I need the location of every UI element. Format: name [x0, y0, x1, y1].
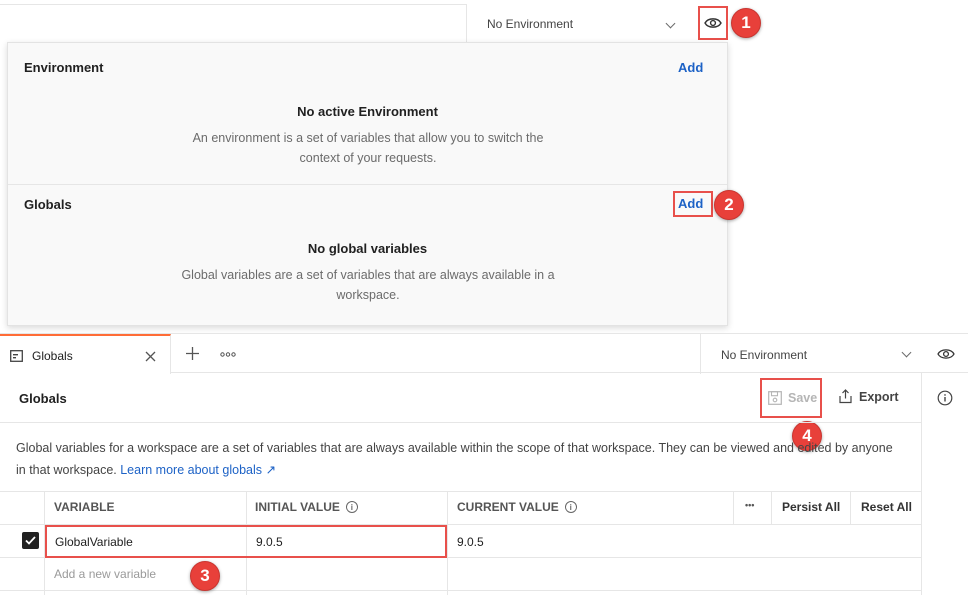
globals-description: Global variables for a workspace are a s… [16, 437, 896, 481]
column-header-variable: VARIABLE [54, 500, 114, 514]
reset-all-button[interactable]: Reset All [861, 500, 912, 514]
environment-section-title: Environment [24, 60, 104, 75]
editor-title: Globals [19, 391, 67, 406]
environment-selector-value: No Environment [721, 348, 808, 362]
editor-divider [0, 422, 921, 423]
row-enabled-checkbox[interactable] [22, 532, 39, 549]
annotation-badge-3: 3 [190, 561, 220, 591]
persist-all-button[interactable]: Persist All [782, 500, 840, 514]
tab-globals[interactable]: Globals [0, 334, 171, 374]
eye-icon [704, 18, 722, 28]
top-divider [0, 4, 466, 5]
table-row-border [0, 590, 921, 591]
tab-bar: Globals No Environment [0, 333, 968, 374]
column-header-label: CURRENT VALUE [457, 500, 559, 514]
export-label: Export [859, 389, 899, 404]
environment-selector-value: No Environment [487, 17, 574, 31]
current-value-cell[interactable]: 9.0.5 [457, 535, 484, 549]
eye-icon[interactable] [937, 348, 955, 360]
export-button[interactable]: Export [838, 389, 899, 404]
no-environment-title: No active Environment [297, 104, 438, 119]
export-icon [839, 389, 852, 404]
chevron-down-icon [665, 18, 676, 29]
initial-value-cell[interactable]: 9.0.5 [256, 535, 283, 549]
column-divider [771, 491, 772, 525]
info-icon[interactable]: i [345, 501, 358, 513]
check-icon [25, 536, 36, 545]
chevron-down-icon [901, 347, 912, 358]
environment-selector[interactable]: No Environment [466, 4, 694, 42]
globals-section-title: Globals [24, 197, 72, 212]
plus-icon[interactable] [186, 347, 199, 360]
save-button[interactable]: Save [760, 378, 822, 418]
popup-divider [8, 184, 727, 185]
new-variable-input[interactable]: Add a new variable [54, 567, 156, 581]
top-bar: No Environment 1 [0, 0, 968, 44]
column-divider [850, 491, 851, 525]
no-environment-description: An environment is a set of variables tha… [192, 131, 544, 165]
variable-name-cell[interactable]: GlobalVariable [55, 535, 133, 549]
column-header-initial-value: INITIAL VALUE i [255, 500, 358, 514]
info-icon[interactable]: i [564, 501, 577, 513]
persist-all-label: Persist All [782, 500, 841, 514]
table-more-button[interactable]: ••• [745, 500, 754, 510]
column-divider [447, 491, 448, 595]
environment-quick-look-button[interactable] [698, 6, 728, 40]
ellipsis-icon: ••• [745, 500, 755, 510]
table-top-border [0, 491, 921, 492]
add-globals-link[interactable]: Add [678, 196, 703, 211]
column-header-current-value: CURRENT VALUE i [457, 500, 577, 514]
right-sidebar-divider [921, 373, 922, 595]
no-globals-description: Global variables are a set of variables … [181, 268, 555, 302]
close-icon[interactable] [145, 351, 156, 362]
add-environment-link[interactable]: Add [678, 60, 703, 75]
environment-quick-look-popup: Environment Add No active Environment An… [7, 42, 728, 326]
no-globals-title: No global variables [307, 241, 428, 256]
column-header-label: INITIAL VALUE [255, 500, 340, 514]
column-header-label: VARIABLE [54, 500, 115, 514]
save-icon [768, 391, 782, 405]
save-label: Save [788, 391, 818, 405]
annotation-badge-2: 2 [714, 190, 744, 220]
environment-selector-2[interactable]: No Environment [700, 334, 926, 374]
info-icon[interactable] [937, 390, 953, 406]
reset-all-label: Reset All [861, 500, 912, 514]
ellipsis-icon[interactable] [220, 352, 236, 357]
annotation-badge-1: 1 [731, 8, 761, 38]
learn-more-link[interactable]: Learn more about globals ↗ [120, 463, 276, 477]
tab-label: Globals [32, 349, 73, 363]
column-divider [733, 491, 734, 525]
globals-tab-icon [10, 350, 23, 362]
